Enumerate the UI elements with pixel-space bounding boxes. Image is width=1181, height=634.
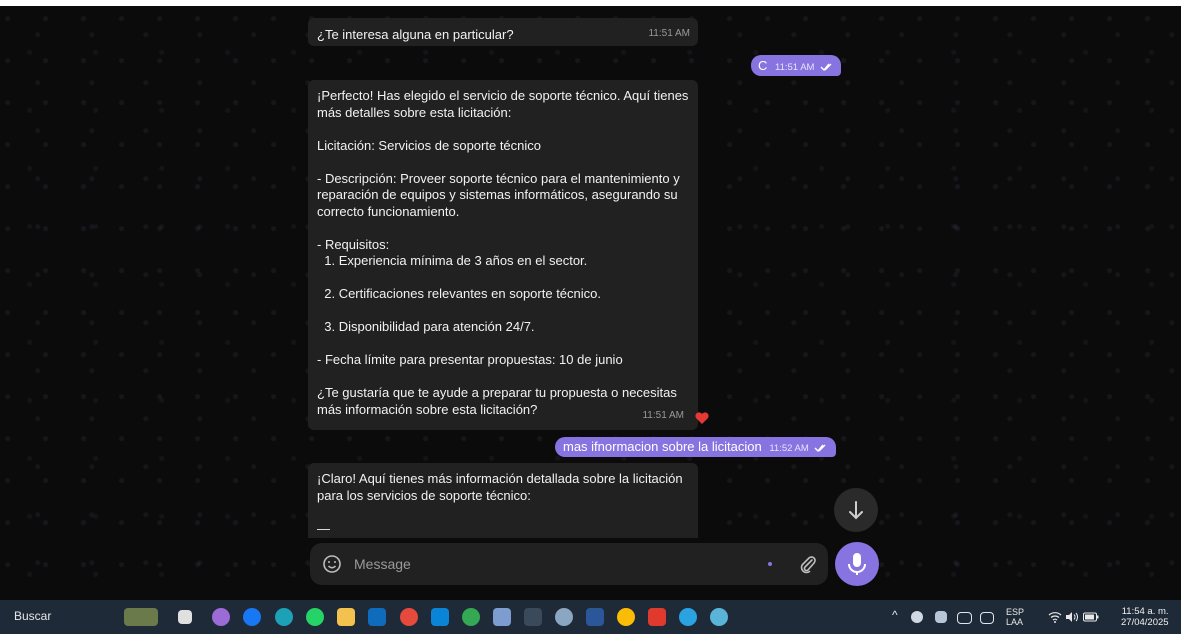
microphone-icon [848,553,866,575]
heart-reaction-icon[interactable] [694,411,710,425]
incoming-message: ¿Te interesa alguna en particular? 11:51… [308,18,698,46]
edge-icon[interactable] [275,608,293,626]
vscode-icon[interactable] [431,608,449,626]
app-icon[interactable] [212,608,230,626]
tray-app-icon[interactable] [935,611,947,623]
keyboard-layout: LAA [1006,617,1024,627]
search-box[interactable]: Buscar [14,609,51,623]
voice-message-button[interactable] [835,542,879,586]
whatsapp-icon[interactable] [306,608,324,626]
message-time: 11:52 AM [769,443,809,454]
message-text: ¡Claro! Aquí tienes más información deta… [317,471,683,536]
message-time: 11:51 AM [648,27,690,39]
chrome-profile-icon[interactable] [462,608,480,626]
clock-date: 27/04/2025 [1121,617,1169,628]
double-check-icon [814,444,826,452]
tray-app-icon[interactable] [911,611,923,623]
message-time: 11:51 AM [775,62,815,73]
typing-dot [768,562,772,566]
incoming-message: ¡Perfecto! Has elegido el servicio de so… [308,80,709,430]
emoji-icon[interactable] [322,554,342,574]
system-clock[interactable]: 11:54 a. m. 27/04/2025 [1121,606,1169,628]
chrome-icon[interactable] [400,608,418,626]
outgoing-message: mas ifnormacion sobre la licitacion 11:5… [555,437,837,457]
clock-time: 11:54 a. m. [1121,606,1169,617]
language-code: ESP [1006,607,1025,617]
tray-chevron-icon[interactable]: ^ [892,609,898,621]
display-icon[interactable] [980,612,994,624]
outgoing-message: C 11:51 AM [751,55,842,76]
windows-taskbar: Buscar ^ ESP LAA [0,600,1181,634]
app-icon[interactable] [493,608,511,626]
message-text: ¿Te interesa alguna en particular? [317,27,514,42]
keyboard-icon[interactable] [957,612,972,624]
message-text: C [758,58,768,73]
chrome-icon[interactable] [617,608,635,626]
message-text: ¡Perfecto! Has elegido el servicio de so… [317,88,689,417]
telegram-icon[interactable] [679,608,697,626]
widgets-icon[interactable] [124,608,158,626]
attach-icon[interactable] [798,554,818,574]
double-check-icon [820,63,832,71]
task-view-icon[interactable] [178,610,192,624]
message-input[interactable]: Message [354,556,411,572]
arrow-down-icon [849,501,863,520]
app-icon[interactable] [710,608,728,626]
scroll-to-bottom-button[interactable] [834,488,878,532]
outlook-icon[interactable] [368,608,386,626]
message-time: 11:51 AM [642,409,684,421]
volume-icon[interactable] [1065,611,1079,623]
incoming-message: ¡Claro! Aquí tienes más información deta… [308,463,698,538]
terminal-icon[interactable] [524,608,542,626]
facebook-icon[interactable] [243,608,261,626]
message-text: mas ifnormacion sobre la licitacion [563,439,762,454]
word-icon[interactable] [586,608,604,626]
wifi-icon[interactable] [1048,611,1062,623]
battery-icon[interactable] [1083,612,1099,622]
message-composer[interactable]: Message [310,543,828,585]
acrobat-icon[interactable] [648,608,666,626]
file-explorer-icon[interactable] [337,608,355,626]
language-indicator[interactable]: ESP LAA [1006,607,1024,627]
settings-icon[interactable] [555,608,573,626]
